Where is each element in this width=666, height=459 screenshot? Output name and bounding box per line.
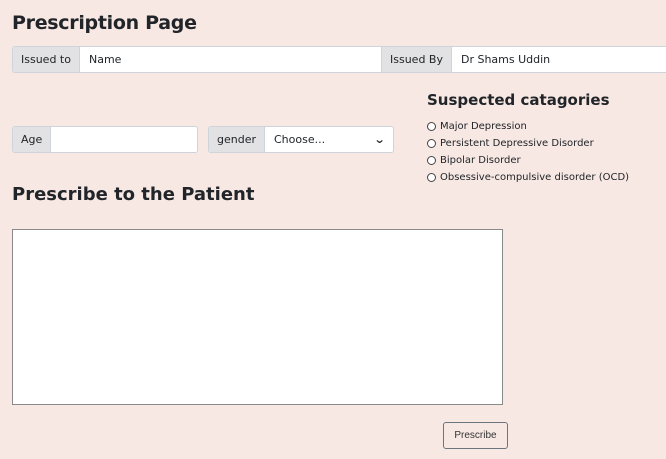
radio-button[interactable] [427,122,436,131]
issued-to-label: Issued to [13,47,80,72]
category-label: Major Depression [440,121,527,132]
radio-button[interactable] [427,173,436,182]
gender-label: gender [209,127,265,152]
chevron-down-icon: ⌄ [373,133,386,146]
gender-group: gender Choose... ⌄ [208,126,394,153]
category-option[interactable]: Persistent Depressive Disorder [427,135,629,152]
categories-radio-group: Major Depression Persistent Depressive D… [427,118,629,186]
issued-to-group: Issued to Name [12,46,382,73]
prescribe-title: Prescribe to the Patient [12,184,255,205]
age-group: Age [12,126,198,153]
age-label: Age [13,127,52,152]
gender-selected-value: Choose... [274,133,326,146]
radio-button[interactable] [427,156,436,165]
page-title: Prescription Page [12,12,197,34]
category-option[interactable]: Obsessive-compulsive disorder (OCD) [427,169,629,186]
prescription-textarea[interactable] [12,229,503,405]
age-input[interactable] [51,127,197,152]
category-option[interactable]: Major Depression [427,118,629,135]
category-label: Persistent Depressive Disorder [440,138,594,149]
gender-select[interactable]: Choose... ⌄ [265,127,393,152]
categories-title: Suspected catagories [427,91,610,109]
issued-by-input[interactable]: Dr Shams Uddin [451,47,666,72]
prescribe-button[interactable]: Prescribe [443,422,508,449]
issued-to-input[interactable]: Name [79,47,382,72]
category-label: Bipolar Disorder [440,155,521,166]
issued-by-group: Issued By Dr Shams Uddin [381,46,666,73]
category-label: Obsessive-compulsive disorder (OCD) [440,172,630,183]
category-option[interactable]: Bipolar Disorder [427,152,629,169]
issued-by-label: Issued By [382,47,452,72]
radio-button[interactable] [427,139,436,148]
